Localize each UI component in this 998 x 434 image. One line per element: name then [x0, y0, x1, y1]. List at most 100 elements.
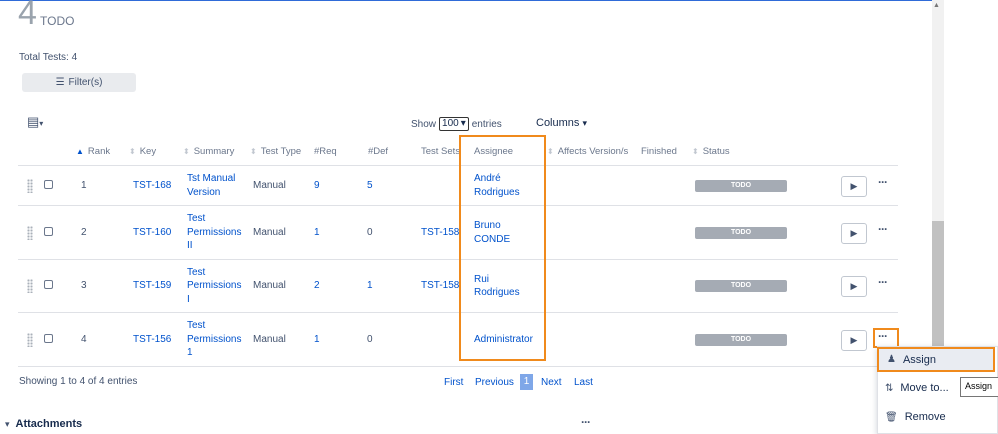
- list-settings-button[interactable]: ▤▾: [27, 114, 43, 130]
- cell-summary-link[interactable]: Test Permissions II: [187, 212, 241, 253]
- status-badge: TODO: [695, 179, 787, 192]
- play-icon: ▶: [850, 180, 858, 191]
- more-icon[interactable]: ···: [878, 222, 888, 236]
- drag-handle-icon[interactable]: [27, 178, 33, 193]
- col-header-finished[interactable]: Finished: [641, 146, 677, 157]
- menu-item-move-to[interactable]: ⇅ Move to...: [885, 382, 949, 394]
- execute-button[interactable]: ▶: [841, 175, 867, 197]
- cell-summary-link-line: II: [187, 240, 193, 252]
- row-checkbox[interactable]: [44, 333, 53, 343]
- row-divider: [18, 312, 898, 313]
- scrollbar-thumb[interactable]: [932, 221, 944, 346]
- menu-item-assign[interactable]: ♟ Assign: [877, 347, 995, 372]
- col-label: Key: [139, 146, 157, 157]
- attachments-heading: Attachments: [15, 418, 83, 430]
- col-header-summary[interactable]: ⬍ Summary: [183, 146, 234, 157]
- col-header-req[interactable]: #Req: [314, 146, 337, 157]
- col-header-test-type[interactable]: ⬍ Test Type: [250, 146, 301, 157]
- cell-def[interactable]: 0: [367, 334, 373, 345]
- cell-summary-link[interactable]: Test Permissions I: [187, 266, 241, 307]
- cell-summary-link-line: Test: [187, 320, 206, 332]
- attachments-toggle[interactable]: ▾ Attachments: [5, 418, 82, 430]
- col-header-rank[interactable]: ▲ Rank: [76, 146, 110, 157]
- cell-test-set-link[interactable]: TST-158: [421, 280, 459, 291]
- col-header-test-sets[interactable]: Test Sets: [421, 146, 460, 157]
- cell-key-link[interactable]: TST-168: [133, 180, 171, 191]
- scroll-up-icon[interactable]: ▲: [933, 2, 940, 9]
- cell-req[interactable]: 9: [314, 180, 320, 191]
- play-icon: ▶: [850, 227, 858, 238]
- menu-remove-label: Remove: [904, 411, 946, 423]
- list-settings-icon: ▤: [27, 114, 40, 129]
- assign-tooltip: Assign: [960, 377, 998, 397]
- more-button-highlight: [873, 328, 899, 348]
- cell-summary-link-line: 1: [187, 347, 193, 359]
- col-label: Summary: [193, 146, 235, 157]
- chevron-down-icon: ▾: [460, 118, 466, 129]
- sort-icon: ▲: [76, 147, 84, 156]
- filter-icon: ☰: [55, 77, 65, 88]
- drag-handle-icon[interactable]: [27, 225, 33, 240]
- play-icon: ▶: [850, 334, 858, 345]
- row-checkbox[interactable]: [44, 280, 53, 289]
- cell-test-type: Manual: [253, 179, 286, 191]
- cell-def[interactable]: 0: [367, 227, 373, 238]
- more-icon[interactable]: ···: [581, 415, 591, 429]
- col-header-status[interactable]: ⬍ Status: [692, 146, 730, 157]
- page-size-value: 100: [442, 118, 459, 129]
- sort-icon: ⬍: [250, 147, 257, 156]
- cell-key-link[interactable]: TST-159: [133, 280, 171, 291]
- test-count: 4: [18, 0, 37, 32]
- drag-handle-icon[interactable]: [27, 332, 33, 347]
- cell-req[interactable]: 1: [314, 227, 320, 238]
- execute-button[interactable]: ▶: [841, 276, 867, 297]
- sort-icon: ⬍: [129, 147, 136, 156]
- execute-button[interactable]: ▶: [841, 222, 867, 244]
- cell-key-link[interactable]: TST-156: [133, 334, 171, 345]
- cell-summary-link-line: Permissions: [187, 226, 242, 238]
- cell-summary-link[interactable]: Test Permissions 1: [187, 319, 241, 360]
- more-icon[interactable]: ···: [878, 175, 888, 189]
- row-divider: [18, 366, 898, 367]
- cell-def[interactable]: 1: [367, 280, 373, 291]
- execute-button[interactable]: ▶: [841, 329, 867, 351]
- caret-down-icon: ▾: [582, 118, 587, 128]
- more-icon[interactable]: ···: [878, 275, 888, 289]
- page-next[interactable]: Next: [541, 377, 562, 388]
- menu-item-remove[interactable]: 🗑 Remove: [885, 411, 946, 423]
- entries-label: entries: [471, 118, 502, 130]
- move-icon: ⇅: [885, 382, 894, 394]
- col-label: Status: [702, 146, 730, 157]
- page-previous[interactable]: Previous: [475, 377, 514, 388]
- col-label: Rank: [87, 146, 111, 157]
- col-header-affects[interactable]: ⬍ Affects Version/s: [547, 146, 628, 157]
- chevron-down-icon: ▾: [5, 418, 10, 429]
- status-heading: TODO: [40, 14, 75, 28]
- drag-handle-icon[interactable]: [27, 279, 33, 293]
- col-header-def[interactable]: #Def: [368, 146, 388, 157]
- cell-summary-link[interactable]: Tst Manual Version: [187, 172, 235, 199]
- cell-summary-link-line: Permissions: [187, 280, 242, 292]
- page-first[interactable]: First: [444, 377, 463, 388]
- page-size-control: Show 100 ▾ entries: [411, 117, 502, 131]
- cell-key-link[interactable]: TST-160: [133, 227, 171, 238]
- cell-test-set-link[interactable]: TST-158: [421, 227, 459, 238]
- play-icon: ▶: [850, 281, 858, 291]
- cell-def[interactable]: 5: [367, 180, 373, 191]
- chevron-down-icon: ▾: [39, 119, 44, 128]
- page-current[interactable]: 1: [520, 374, 533, 390]
- page-last[interactable]: Last: [574, 377, 593, 388]
- cell-summary-link-line: Permissions: [187, 333, 242, 345]
- columns-dropdown[interactable]: Columns ▾: [536, 117, 587, 129]
- row-checkbox[interactable]: [44, 179, 53, 189]
- page-size-select[interactable]: 100 ▾: [439, 117, 469, 131]
- filter-button[interactable]: ☰ Filter(s): [22, 73, 136, 92]
- columns-label: Columns: [536, 117, 580, 129]
- col-label: #Def: [368, 146, 389, 157]
- cell-req[interactable]: 1: [314, 334, 320, 345]
- cell-req[interactable]: 2: [314, 280, 320, 291]
- filter-label: Filter(s): [68, 77, 103, 88]
- row-checkbox[interactable]: [44, 226, 53, 236]
- cell-test-type: Manual: [253, 280, 286, 291]
- col-header-key[interactable]: ⬍ Key: [129, 146, 156, 157]
